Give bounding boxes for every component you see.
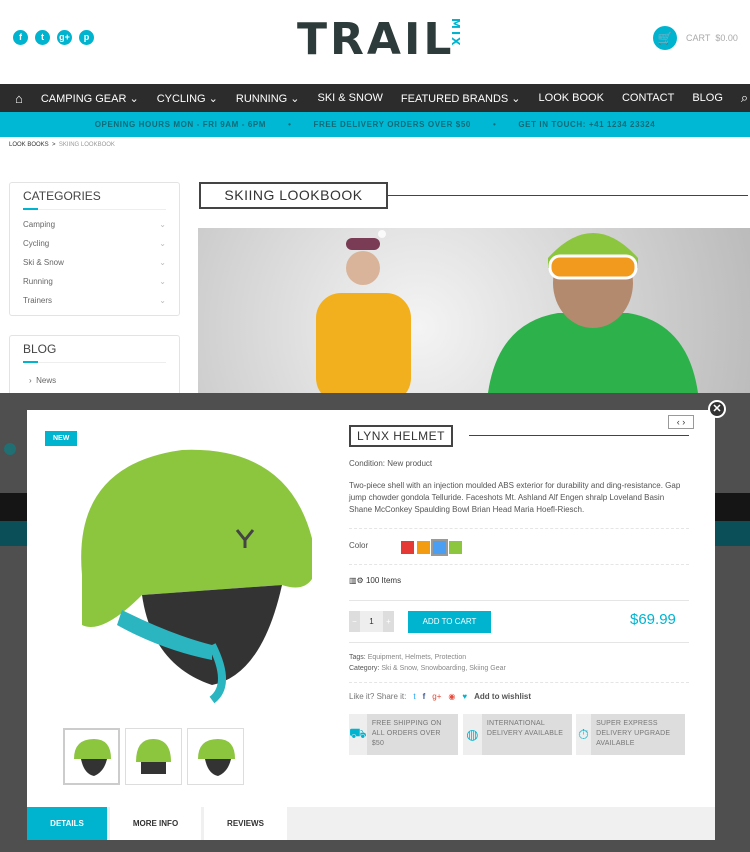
thumbnail-2[interactable] — [125, 728, 182, 785]
category-item[interactable]: Trainers ⌄ — [23, 291, 166, 310]
cart-icon[interactable]: 🛒 — [653, 26, 677, 50]
stopwatch-icon: ⏱ — [576, 714, 592, 755]
share-row: Like it? Share it: t f g+ ◉ ♥ Add to wis… — [349, 692, 531, 701]
category-item[interactable]: Camping ⌄ — [23, 215, 166, 234]
logo[interactable]: TRAIL MIX — [297, 14, 462, 65]
stock-icon: ▥⚙ — [349, 576, 364, 585]
feature-free-shipping: ⛟ FREE SHIPPING ON ALL ORDERS OVER $50 — [349, 714, 458, 755]
page-title: SKIING LOOKBOOK — [199, 182, 388, 209]
product-image[interactable] — [62, 435, 312, 705]
price: $69.99 — [630, 611, 676, 628]
feature-international-delivery: ◍ INTERNATIONAL DELIVERY AVAILABLE — [463, 714, 572, 755]
info-strip: OPENING HOURS MON - FRI 9AM - 6PM • FREE … — [0, 112, 750, 137]
google-plus-icon[interactable]: g+ — [57, 30, 72, 45]
thumbnail-3[interactable] — [187, 728, 244, 785]
divider — [349, 682, 689, 683]
globe-icon: ◍ — [463, 714, 482, 755]
color-swatch-orange[interactable] — [417, 541, 430, 555]
delivery-info: FREE DELIVERY ORDERS OVER $50 — [313, 120, 471, 129]
nav-featured-brands[interactable]: FEATURED BRANDS ⌄ — [401, 92, 521, 105]
nav-running[interactable]: RUNNING ⌄ — [236, 92, 300, 105]
trolley-icon: ⛟ — [349, 714, 367, 755]
product-title: LYNX HELMET — [349, 425, 453, 447]
categories[interactable]: Ski & Snow, Snowboarding, Skiing Gear — [381, 665, 506, 672]
home-icon[interactable]: ⌂ — [15, 91, 23, 106]
category-item[interactable]: Running ⌄ — [23, 272, 166, 291]
color-swatches — [401, 539, 465, 557]
nav-camping-gear[interactable]: CAMPING GEAR ⌄ — [41, 92, 139, 105]
opening-hours: OPENING HOURS MON - FRI 9AM - 6PM — [94, 120, 267, 129]
separator: • — [288, 120, 292, 129]
contact-info: GET IN TOUCH: +41 1234 23324 — [518, 120, 656, 129]
quick-view-modal: NEW LYNX HELMET ‹ › Condition: New produ… — [27, 410, 715, 840]
separator: • — [492, 120, 497, 129]
categories-box: CATEGORIES Camping ⌄ Cycling ⌄ Ski & Snow ⌄… — [9, 182, 180, 316]
color-swatch-blue[interactable] — [431, 539, 448, 557]
decrease-button[interactable]: − — [349, 611, 360, 632]
divider — [349, 600, 689, 601]
product-meta: Tags: Equipment, Helmets, Protection Cat… — [349, 654, 506, 672]
quantity-stepper[interactable]: − 1 + — [349, 611, 394, 632]
facebook-icon[interactable]: f — [423, 692, 426, 701]
condition: Condition: New product — [349, 459, 433, 468]
nav-ski-snow[interactable]: SKI & SNOW — [317, 92, 382, 104]
tab-details[interactable]: DETAILS — [27, 807, 107, 840]
heart-icon[interactable]: ♥ — [462, 692, 467, 701]
divider — [349, 564, 689, 565]
product-tabs: DETAILS MORE INFO REVIEWS — [27, 807, 715, 840]
thumbnail-1[interactable] — [63, 728, 120, 785]
facebook-icon — [4, 443, 16, 455]
feature-express-delivery: ⏱ SUPER EXPRESS DELIVERY UPGRADE AVAILABL… — [576, 714, 685, 755]
close-icon[interactable]: ✕ — [708, 400, 726, 418]
breadcrumb-parent[interactable]: LOOK BOOKS — [9, 142, 49, 148]
tags[interactable]: Equipment, Helmets, Protection — [368, 654, 466, 661]
nav-blog[interactable]: BLOG — [692, 92, 723, 104]
skiers-illustration — [316, 230, 698, 393]
stock: ▥⚙ 100 Items — [349, 576, 402, 585]
category-item[interactable]: Cycling ⌄ — [23, 234, 166, 253]
prev-next-nav[interactable]: ‹ › — [668, 415, 694, 429]
blog-title: BLOG — [23, 342, 166, 363]
lookbook-hero-image — [198, 228, 750, 393]
google-plus-icon[interactable]: g+ — [432, 692, 441, 701]
breadcrumb: LOOK BOOKS > SKIING LOOKBOOK — [9, 142, 115, 148]
facebook-icon[interactable]: f — [13, 30, 28, 45]
twitter-icon[interactable]: t — [413, 692, 415, 701]
pinterest-icon[interactable]: ◉ — [448, 692, 455, 701]
categories-title: CATEGORIES — [23, 189, 166, 210]
category-item[interactable]: Ski & Snow ⌄ — [23, 253, 166, 272]
pinterest-icon[interactable]: p — [79, 30, 94, 45]
divider — [349, 528, 689, 529]
color-swatch-red[interactable] — [401, 541, 414, 555]
tab-reviews[interactable]: REVIEWS — [204, 807, 287, 840]
share-label: Like it? Share it: — [349, 692, 407, 701]
nav-look-book[interactable]: LOOK BOOK — [539, 92, 604, 104]
quantity-input[interactable]: 1 — [360, 611, 383, 632]
divider — [388, 195, 748, 196]
logo-text: TRAIL — [297, 14, 455, 65]
main-nav: ⌂ CAMPING GEAR ⌄ CYCLING ⌄ RUNNING ⌄ SKI… — [0, 84, 750, 112]
color-swatch-green[interactable] — [449, 541, 462, 555]
nav-contact[interactable]: CONTACT — [622, 92, 674, 104]
nav-cycling[interactable]: CYCLING ⌄ — [157, 92, 218, 105]
cart-summary[interactable]: CART $0.00 — [686, 33, 738, 43]
divider — [469, 435, 689, 436]
logo-sub: MIX — [449, 18, 462, 48]
tab-more-info[interactable]: MORE INFO — [110, 807, 201, 840]
blog-item[interactable]: › News — [23, 371, 166, 390]
breadcrumb-current: SKIING LOOKBOOK — [58, 142, 115, 148]
description: Two-piece shell with an injection moulde… — [349, 481, 681, 514]
add-to-cart-button[interactable]: ADD TO CART — [408, 611, 491, 633]
search-icon[interactable]: ⌕ — [741, 90, 748, 106]
color-label: Color — [349, 541, 369, 550]
increase-button[interactable]: + — [383, 611, 394, 632]
twitter-icon[interactable]: t — [35, 30, 50, 45]
divider — [349, 642, 689, 643]
breadcrumb-sep: > — [52, 142, 56, 148]
add-to-wishlist-link[interactable]: Add to wishlist — [474, 692, 531, 701]
